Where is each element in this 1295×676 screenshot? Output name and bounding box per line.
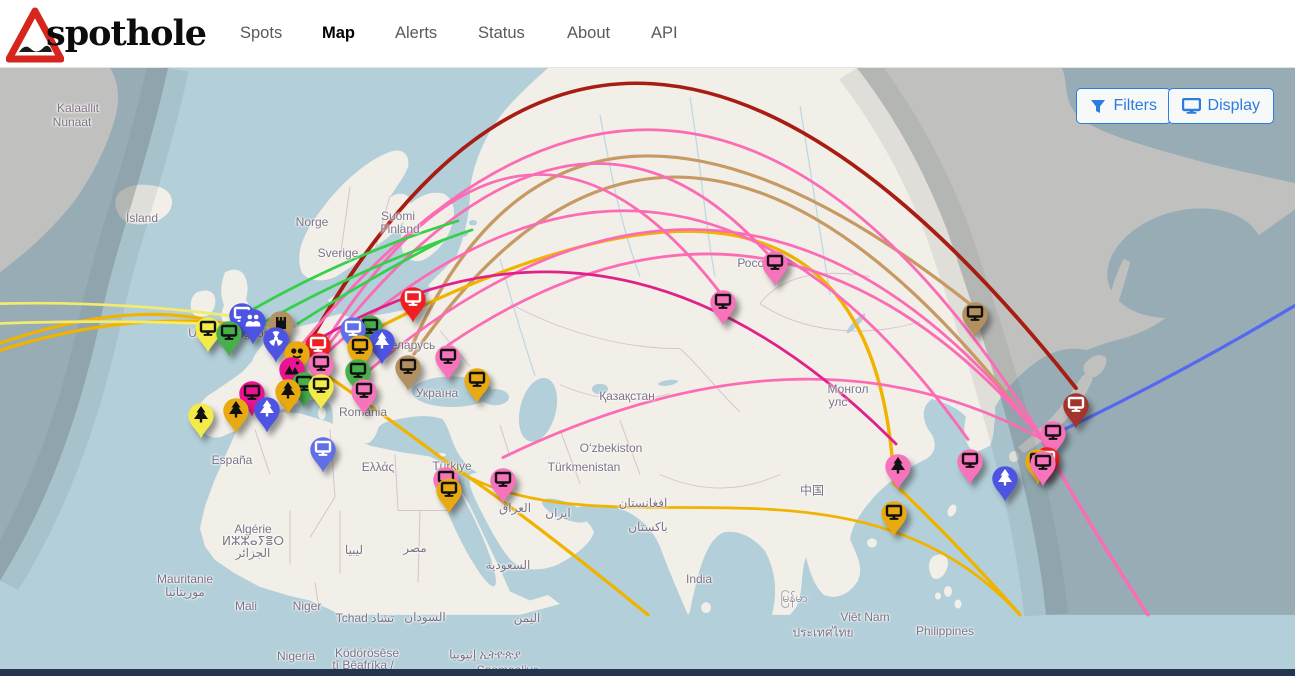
logo-text: spothole — [46, 13, 206, 54]
map-marker-monitor[interactable] — [1029, 450, 1057, 488]
map-marker-monitor[interactable] — [394, 354, 422, 392]
nav-item-status[interactable]: Status — [478, 24, 525, 43]
filters-button-label: Filters — [1113, 97, 1157, 115]
app: spothole Spots Map Alerts Status About API — [0, 0, 1295, 676]
nav-item-map[interactable]: Map — [322, 24, 355, 43]
map-markers — [0, 68, 1295, 676]
map-marker-monitor[interactable] — [309, 436, 337, 474]
map-marker-monitor[interactable] — [880, 500, 908, 538]
map-marker-tree[interactable] — [253, 396, 281, 434]
display-button[interactable]: Display — [1168, 88, 1274, 124]
map-marker-monitor[interactable] — [399, 286, 427, 324]
display-icon — [1182, 98, 1201, 114]
display-button-label: Display — [1208, 97, 1260, 115]
nav-item-api[interactable]: API — [651, 24, 678, 43]
filters-button[interactable]: Filters — [1076, 88, 1171, 124]
nav-item-about[interactable]: About — [567, 24, 610, 43]
map-marker-monitor[interactable] — [709, 289, 737, 327]
map-marker-monitor[interactable] — [350, 378, 378, 416]
map-marker-monitor[interactable] — [956, 448, 984, 486]
map-marker-tree[interactable] — [222, 397, 250, 435]
map-marker-monitor[interactable] — [434, 344, 462, 382]
map-marker-monitor[interactable] — [215, 320, 243, 358]
map-marker-monitor[interactable] — [463, 367, 491, 405]
nav-item-spots[interactable]: Spots — [240, 24, 282, 43]
map-marker-monitor[interactable] — [489, 467, 517, 505]
filter-icon — [1090, 99, 1106, 114]
logo[interactable]: spothole — [4, 5, 234, 65]
map-marker-monitor[interactable] — [307, 373, 335, 411]
map-marker-tree[interactable] — [187, 402, 215, 440]
map-marker-monitor[interactable] — [961, 301, 989, 339]
nav-item-alerts[interactable]: Alerts — [395, 24, 437, 43]
map-canvas[interactable]: KalaallitNunaatÍslandUnited KingdomNorge… — [0, 68, 1295, 676]
map-marker-monitor[interactable] — [435, 477, 463, 515]
map-edge-void — [0, 669, 1295, 676]
map-marker-monitor[interactable] — [761, 250, 789, 288]
top-navbar: spothole Spots Map Alerts Status About API — [0, 0, 1295, 68]
map-marker-tree[interactable] — [884, 453, 912, 491]
map-marker-tree[interactable] — [991, 465, 1019, 503]
